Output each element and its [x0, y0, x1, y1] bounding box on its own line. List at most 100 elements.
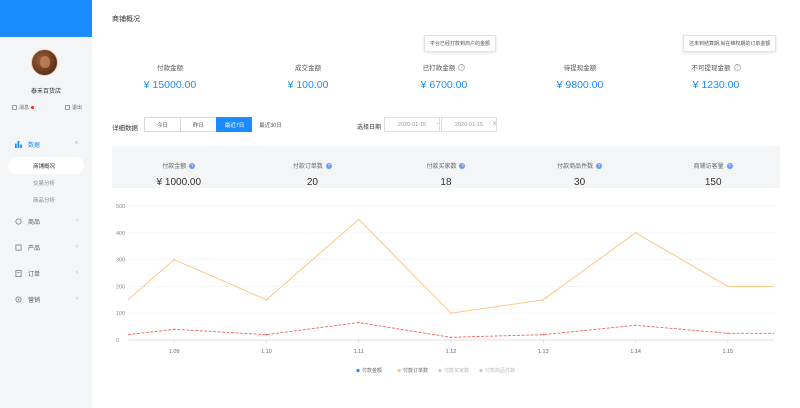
sidebar-item-data[interactable]: 数据 ˄ — [0, 131, 92, 157]
y-tick-label: 500 — [116, 204, 125, 210]
metric-label-wrap: 付款订单数? — [293, 161, 332, 170]
chevron-right-icon: › — [76, 218, 78, 224]
data-point — [357, 321, 360, 324]
range-yesterday-button[interactable]: 昨日 — [180, 117, 217, 132]
stat-withdrawable-amount: 待提现金额 ¥ 9800.00 — [520, 57, 640, 91]
series-line-orders — [127, 218, 774, 314]
x-tick-label: 1.14 — [630, 349, 641, 355]
clear-date-icon[interactable]: x — [493, 121, 496, 127]
sidebar-nav: 数据 ˄ 商铺概况 交易分析 商品分析 商品 › 产品 › 订单 › 营销 › — [0, 131, 92, 312]
trend-line-chart: 0 100 200 300 400 500 1.09 1.10 1.11 1.12 1.13 1.14… — [116, 204, 774, 374]
sidebar-item-label: 营销 — [28, 297, 41, 304]
stat-label-wrap: 不可提现金额? — [692, 62, 741, 72]
stat-label: 付款金额 — [157, 65, 183, 72]
sidebar-sub-item-overview[interactable]: 商铺概况 — [8, 157, 84, 174]
sidebar-item-label: 订单 — [28, 271, 41, 278]
question-icon[interactable]: ? — [459, 162, 466, 169]
metric-label-wrap: 付款金额? — [162, 161, 196, 170]
data-point — [173, 258, 175, 261]
sidebar-item-marketing[interactable]: 营销 › — [0, 286, 92, 312]
data-point — [542, 333, 545, 336]
sidebar-header-bar — [0, 0, 92, 37]
data-point — [265, 333, 268, 336]
metric-visitor-count: 商铺访客量? 150 — [646, 146, 780, 188]
stat-locked-amount: 不可提现金额? ¥ 1230.00 — [656, 57, 776, 91]
unread-dot — [31, 106, 35, 109]
legend-marker — [479, 368, 483, 373]
chevron-right-icon: › — [76, 244, 78, 250]
legend-label: 付款商品件数 — [485, 367, 515, 374]
legend-label: 付款买家数 — [444, 367, 469, 374]
stat-payment-amount: 付款金额 ¥ 15000.00 — [110, 57, 230, 91]
stat-paid-out-amount: 已打款金额? ¥ 6700.00 — [384, 57, 504, 91]
legend-marker — [356, 368, 360, 373]
metric-label: 付款订单数 — [292, 164, 323, 170]
data-point — [450, 336, 452, 339]
question-icon[interactable]: ? — [733, 63, 741, 71]
metrics-panel: 付款金额? ¥ 1000.00 付款订单数? 20 付款买家数? 18 付款商品… — [112, 146, 780, 188]
data-point — [357, 218, 360, 221]
data-point — [265, 299, 268, 301]
question-icon[interactable]: ? — [325, 162, 332, 169]
end-date-input[interactable]: 2020-01-15 — [441, 117, 497, 132]
metric-value: 30 — [574, 177, 586, 188]
data-point — [634, 232, 637, 234]
sidebar-sub-item-trade[interactable]: 交易分析 — [0, 174, 92, 191]
date-picker-label: 选择日期 — [357, 125, 382, 131]
metric-order-count: 付款订单数? 20 — [246, 146, 380, 188]
order-icon — [15, 269, 22, 277]
x-tick-label: 1.12 — [446, 349, 457, 355]
goods-icon — [15, 217, 22, 225]
range-last30-button[interactable]: 最近30日 — [252, 117, 289, 132]
data-point — [727, 332, 729, 335]
avatar[interactable] — [31, 49, 58, 76]
app-root: 泰禾百货店 消息 退出 数据 ˄ 商铺概况 交易分析 商品分析 商品 › 产品 … — [0, 0, 800, 408]
legend-marker — [397, 368, 401, 373]
range-today-button[interactable]: 今日 — [144, 117, 181, 132]
stat-value: ¥ 6700.00 — [420, 79, 468, 91]
stat-label-wrap: 已打款金额? — [423, 62, 466, 72]
metric-value: ¥ 1000.00 — [156, 177, 202, 188]
stat-label: 已打款金额 — [422, 65, 456, 72]
question-icon[interactable]: ? — [458, 63, 466, 71]
question-icon[interactable]: ? — [189, 162, 196, 169]
y-tick-label: 200 — [116, 284, 125, 290]
logout-link[interactable]: 退出 — [64, 104, 82, 111]
sidebar-item-product[interactable]: 产品 › — [0, 234, 92, 260]
sidebar: 泰禾百货店 消息 退出 数据 ˄ 商铺概况 交易分析 商品分析 商品 › 产品 … — [0, 0, 92, 408]
metric-payment-amount: 付款金额? ¥ 1000.00 — [112, 146, 246, 188]
y-tick-label: 300 — [116, 258, 125, 264]
metric-label-wrap: 付款商品件数? — [557, 161, 603, 170]
sidebar-item-order[interactable]: 订单 › — [0, 260, 92, 286]
stat-value: ¥ 15000.00 — [143, 79, 197, 91]
bell-icon — [12, 105, 17, 110]
data-point — [542, 299, 545, 301]
messages-link[interactable]: 消息 — [12, 104, 35, 111]
stat-label: 待提现金额 — [563, 65, 597, 72]
sidebar-item-label: 数据 — [28, 142, 41, 149]
series-line-amount — [127, 322, 774, 338]
y-tick-label: 400 — [116, 231, 125, 237]
data-point — [727, 285, 729, 288]
product-icon — [15, 243, 22, 251]
data-point — [450, 312, 452, 314]
metric-value: 20 — [306, 177, 318, 188]
user-actions: 消息 退出 — [12, 104, 82, 111]
question-icon[interactable]: ? — [596, 162, 603, 169]
stat-value: ¥ 1230.00 — [692, 79, 740, 91]
username: 泰禾百货店 — [30, 89, 61, 95]
start-date-input[interactable]: 2020-01-15 — [384, 117, 440, 132]
metric-label: 付款金额 — [162, 164, 187, 170]
paid-amount-tooltip: 平台已经打款到商户的金额 — [424, 35, 497, 52]
sidebar-sub-item-goods[interactable]: 商品分析 — [0, 191, 92, 208]
logout-label: 退出 — [71, 105, 82, 111]
sidebar-item-goods[interactable]: 商品 › — [0, 208, 92, 234]
range-last7-button[interactable]: 最近7日 — [216, 117, 253, 132]
page-title: 商铺概况 — [112, 16, 140, 23]
marketing-icon — [15, 295, 22, 303]
metric-item-count: 付款商品件数? 30 — [513, 146, 647, 188]
chevron-right-icon: › — [76, 270, 78, 276]
question-icon[interactable]: ? — [726, 162, 733, 169]
x-tick-label: 1.10 — [261, 349, 272, 355]
data-point — [634, 324, 637, 327]
